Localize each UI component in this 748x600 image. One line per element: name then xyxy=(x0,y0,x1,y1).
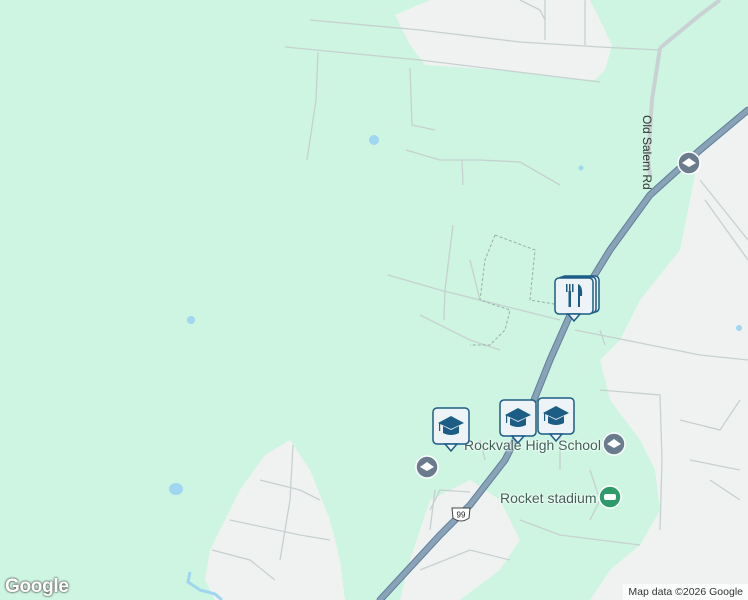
road-label-old-salem: Old Salem Rd xyxy=(640,115,654,190)
school-pin-3[interactable] xyxy=(536,396,576,444)
pond-4 xyxy=(578,165,584,171)
school-pin-1[interactable] xyxy=(431,406,471,454)
route-shield-number: 99 xyxy=(457,511,466,520)
restaurant-pin[interactable] xyxy=(553,274,601,324)
map-canvas[interactable] xyxy=(0,0,748,600)
route-shield-99: 99 xyxy=(451,507,471,522)
stadium-poi-icon xyxy=(598,485,622,509)
school-pin-2[interactable] xyxy=(498,398,538,446)
poi-label-rocket-stadium[interactable]: Rocket stadium xyxy=(500,490,596,506)
school-poi-icon-1 xyxy=(677,151,701,175)
school-poi-icon-3 xyxy=(415,455,439,479)
map-attribution[interactable]: Map data ©2026 Google xyxy=(623,584,748,600)
pond-5 xyxy=(736,325,742,331)
pond-2 xyxy=(187,316,195,324)
pond-3 xyxy=(169,483,183,495)
school-poi-icon-2 xyxy=(602,432,626,456)
pond-1 xyxy=(369,135,379,145)
google-logo[interactable]: Google xyxy=(5,576,69,598)
